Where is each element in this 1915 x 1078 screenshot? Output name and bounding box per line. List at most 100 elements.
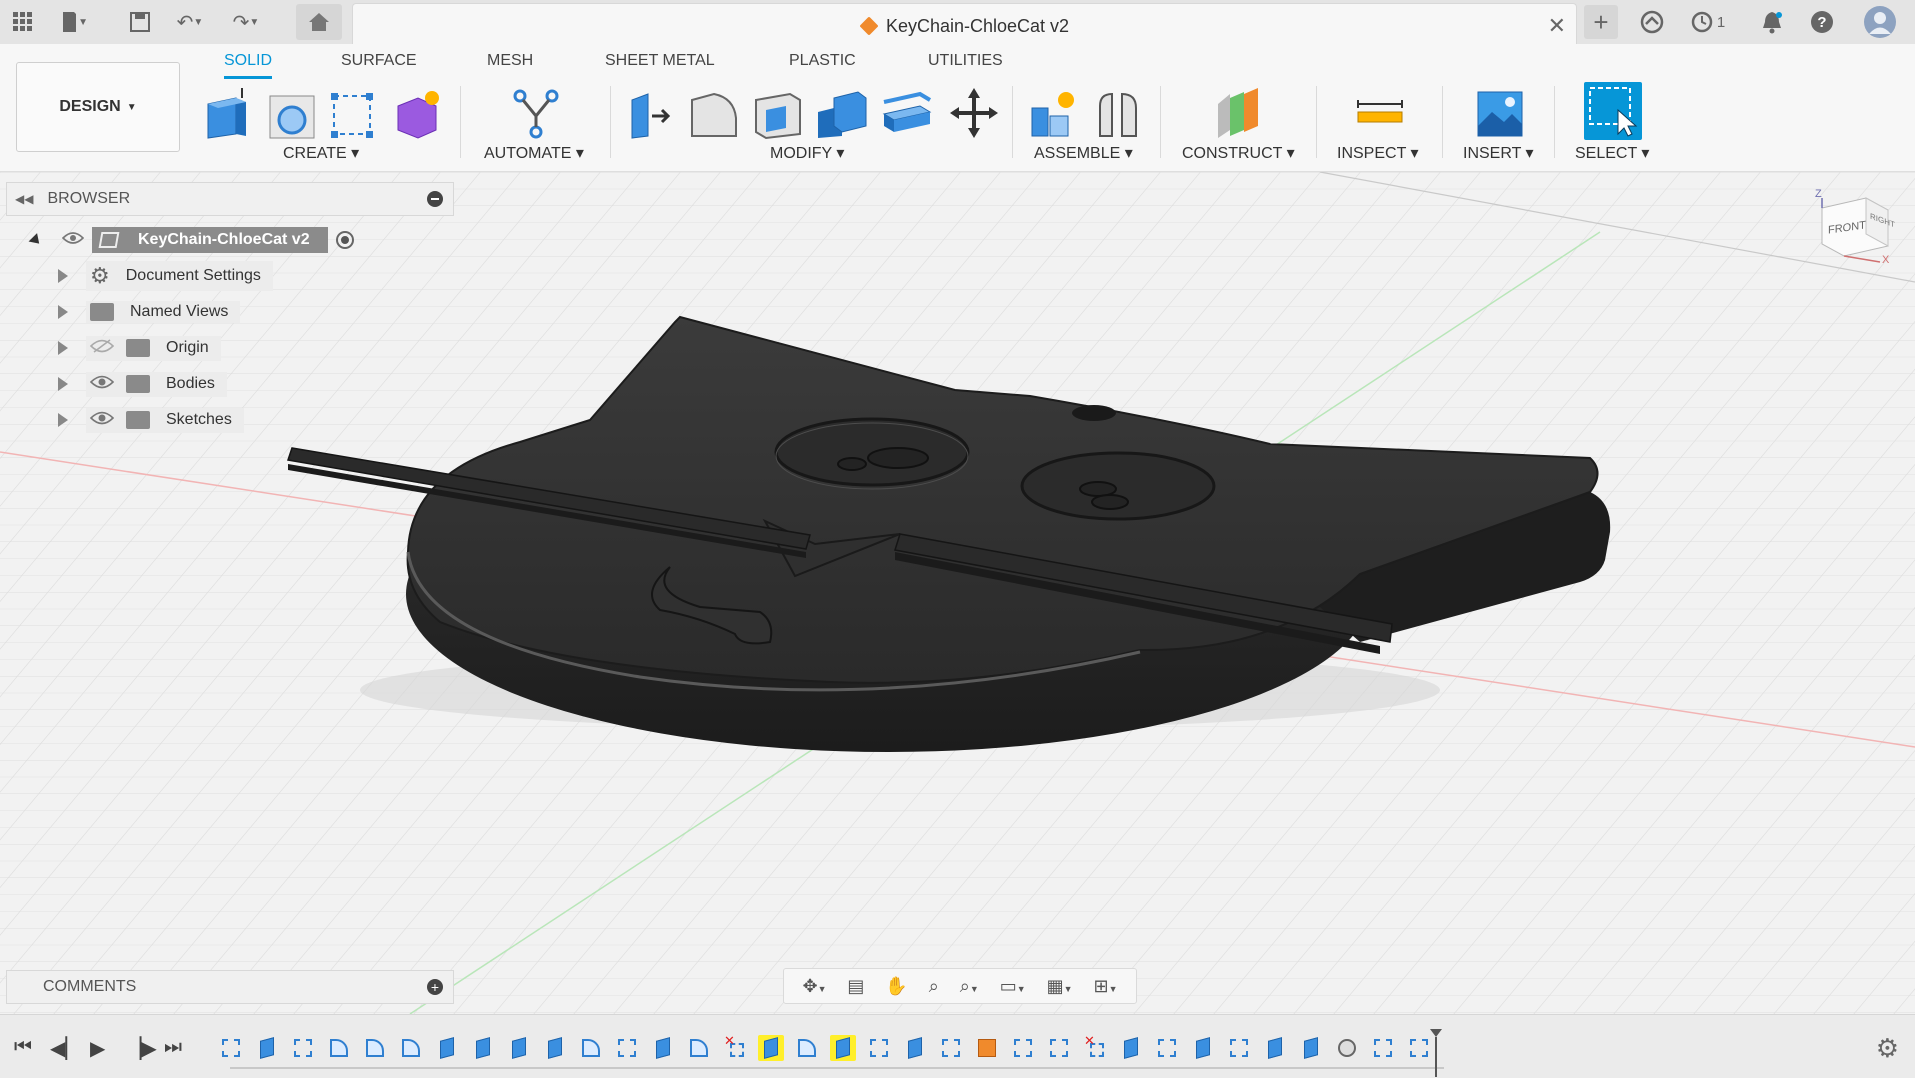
expand-arrow-icon[interactable]	[58, 413, 68, 427]
timeline-feature-fillet-icon[interactable]	[794, 1035, 820, 1061]
visibility-eye-icon[interactable]	[89, 374, 115, 395]
browser-minimize-icon[interactable]	[427, 191, 443, 207]
browser-item-document-settings[interactable]: ⚙ Document Settings	[58, 261, 273, 291]
comments-panel-header[interactable]: COMMENTS +	[6, 970, 454, 1004]
timeline-feature-fillet-icon[interactable]	[398, 1035, 424, 1061]
timeline-feature-extrude-icon[interactable]	[1262, 1035, 1288, 1061]
tab-mesh[interactable]: MESH	[487, 52, 533, 76]
expand-arrow-icon[interactable]	[58, 377, 68, 391]
browser-item-sketches[interactable]: Sketches	[58, 405, 244, 435]
timeline-feature-sketch-icon[interactable]	[1370, 1035, 1396, 1061]
workspace-switcher[interactable]: DESIGN ▼	[16, 62, 180, 152]
timeline-feature-extrude-icon[interactable]	[1298, 1035, 1324, 1061]
timeline-feature-sketch-icon[interactable]	[1154, 1035, 1180, 1061]
zoom-icon[interactable]: ⌕	[929, 976, 939, 997]
assemble-menu[interactable]: ASSEMBLE ▾	[1034, 143, 1133, 163]
redo-icon[interactable]: ↷ ▼	[232, 8, 260, 36]
play-icon[interactable]: ▶	[90, 1036, 105, 1061]
timeline-marker[interactable]	[1430, 1029, 1442, 1077]
move-tool-icon[interactable]	[948, 86, 1000, 140]
visibility-eye-icon[interactable]	[61, 231, 85, 250]
extrude-tool-icon[interactable]	[202, 86, 254, 140]
browser-item-origin[interactable]: Origin	[58, 333, 221, 363]
extensions-icon[interactable]	[1638, 8, 1666, 36]
insert-menu[interactable]: INSERT ▾	[1463, 143, 1534, 163]
document-tab[interactable]: KeyChain-ChloeCat v2 ✕	[352, 3, 1577, 44]
insert-canvas-tool-icon[interactable]	[1474, 86, 1526, 140]
home-icon[interactable]	[296, 4, 342, 40]
timeline-feature-error-icon[interactable]: ✕	[1082, 1033, 1108, 1061]
job-status-icon[interactable]: 1	[1686, 8, 1730, 36]
visibility-eye-icon[interactable]	[89, 410, 115, 431]
timeline-feature-fillet-icon[interactable]	[362, 1035, 388, 1061]
file-icon[interactable]: ▼	[60, 8, 88, 36]
undo-icon[interactable]: ↶ ▼	[176, 8, 204, 36]
automate-tool-icon[interactable]	[510, 86, 562, 140]
timeline-feature-extrude-icon[interactable]	[1118, 1035, 1144, 1061]
orbit-icon[interactable]: ✥▼	[802, 976, 826, 997]
user-avatar-icon[interactable]	[1862, 4, 1898, 40]
select-menu[interactable]: SELECT ▾	[1575, 143, 1649, 163]
expand-arrow-icon[interactable]	[58, 341, 68, 355]
timeline-feature-extrude-icon[interactable]	[506, 1035, 532, 1061]
pan-hand-icon[interactable]: ✋	[885, 976, 907, 997]
form-tool-icon[interactable]	[392, 86, 444, 140]
tab-utilities[interactable]: UTILITIES	[928, 52, 1003, 76]
press-pull-tool-icon[interactable]	[624, 86, 676, 140]
combine-tool-icon[interactable]	[816, 86, 868, 140]
timeline-feature-fillet-icon[interactable]	[578, 1035, 604, 1061]
timeline-feature-sketch-icon[interactable]	[1010, 1035, 1036, 1061]
expand-arrow-icon[interactable]	[58, 305, 68, 319]
new-component-tool-icon[interactable]	[1026, 86, 1078, 140]
save-icon[interactable]	[126, 8, 154, 36]
add-comment-icon[interactable]: +	[427, 979, 443, 995]
offset-plane-tool-icon[interactable]	[1212, 86, 1264, 140]
sketch-tool-icon[interactable]	[328, 86, 380, 140]
automate-menu[interactable]: AUTOMATE ▾	[484, 143, 584, 163]
timeline-feature-sketch-icon[interactable]	[1046, 1035, 1072, 1061]
timeline-feature-extrude-icon[interactable]	[650, 1035, 676, 1061]
timeline-feature-sketch-icon[interactable]	[938, 1035, 964, 1061]
inspect-menu[interactable]: INSPECT ▾	[1337, 143, 1419, 163]
3d-viewport[interactable]: Z FRONT RIGHT X	[0, 172, 1915, 1014]
browser-panel-header[interactable]: ◀◀ BROWSER	[6, 182, 454, 216]
timeline-feature-sketch-icon[interactable]	[218, 1035, 244, 1061]
timeline-feature-extrude-icon[interactable]	[902, 1035, 928, 1061]
timeline-feature-error-icon[interactable]: ✕	[722, 1033, 748, 1061]
timeline-feature-extrude-icon[interactable]	[1190, 1035, 1216, 1061]
collapse-arrow-icon[interactable]	[28, 232, 44, 248]
timeline-feature-combine-icon[interactable]	[974, 1035, 1000, 1061]
timeline-feature-extrude-icon[interactable]	[470, 1035, 496, 1061]
timeline-feature-sketch-icon[interactable]	[1406, 1035, 1432, 1061]
help-icon[interactable]: ?	[1808, 8, 1836, 36]
select-tool-icon[interactable]	[1584, 82, 1642, 140]
step-back-icon[interactable]: ◀▏	[50, 1036, 81, 1061]
timeline-feature-extrude-icon[interactable]	[542, 1035, 568, 1061]
offset-face-tool-icon[interactable]	[880, 86, 932, 140]
tab-sheet-metal[interactable]: SHEET METAL	[605, 52, 715, 76]
timeline-feature-extrude-icon[interactable]	[758, 1035, 784, 1061]
browser-item-bodies[interactable]: Bodies	[58, 369, 227, 399]
timeline-feature-sketch-icon[interactable]	[1226, 1035, 1252, 1061]
browser-item-named-views[interactable]: Named Views	[58, 297, 241, 327]
timeline-track[interactable]: ✕ ✕	[214, 1027, 1444, 1069]
timeline-feature-sketch-icon[interactable]	[290, 1035, 316, 1061]
timeline-feature-extrude-icon[interactable]	[254, 1035, 280, 1061]
view-cube[interactable]: Z FRONT RIGHT X	[1808, 188, 1900, 268]
timeline-feature-fillet-icon[interactable]	[326, 1035, 352, 1061]
modify-menu[interactable]: MODIFY ▾	[770, 143, 844, 163]
collapse-panel-icon[interactable]: ◀◀	[15, 192, 33, 206]
add-tab-icon[interactable]: +	[1584, 5, 1618, 39]
step-forward-icon[interactable]: ▕▶	[126, 1036, 157, 1061]
joint-tool-icon[interactable]	[1092, 86, 1144, 140]
viewports-icon[interactable]: ⊞▼	[1093, 976, 1117, 997]
activate-radio-icon[interactable]	[335, 231, 354, 249]
timeline-feature-sketch-icon[interactable]	[614, 1035, 640, 1061]
go-to-start-icon[interactable]: ⏮	[14, 1036, 32, 1059]
tab-solid[interactable]: SOLID	[224, 52, 273, 79]
apps-grid-icon[interactable]	[9, 8, 37, 36]
timeline-feature-extrude-icon[interactable]	[830, 1035, 856, 1061]
tab-surface[interactable]: SURFACE	[341, 52, 417, 76]
construct-menu[interactable]: CONSTRUCT ▾	[1182, 143, 1295, 163]
close-tab-icon[interactable]: ✕	[1548, 13, 1566, 39]
